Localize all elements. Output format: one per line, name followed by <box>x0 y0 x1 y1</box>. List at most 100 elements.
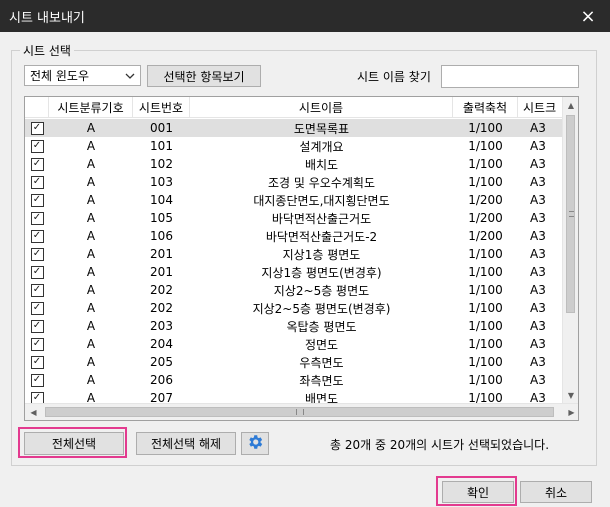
row-checkbox[interactable]: ✓ <box>30 265 44 279</box>
cell-class: A <box>86 319 96 333</box>
row-checkbox[interactable]: ✓ <box>30 247 44 261</box>
deselect-all-button[interactable]: 전체선택 해제 <box>136 432 236 455</box>
cell-size: A3 <box>530 139 546 153</box>
cell-size: A3 <box>530 265 546 279</box>
cell-name: 설계개요 <box>299 139 344 154</box>
cell-scale: 1/100 <box>468 265 503 279</box>
table-row[interactable]: ✓ A 106 바닥면적산출근거도-2 1/200 A3 <box>25 227 563 245</box>
row-checkbox[interactable]: ✓ <box>30 355 44 369</box>
table-row[interactable]: ✓ A 102 배치도 1/100 A3 <box>25 155 563 173</box>
cell-scale: 1/100 <box>468 301 503 315</box>
row-checkbox-cell: ✓ <box>25 173 49 191</box>
search-input[interactable] <box>441 65 579 88</box>
col-header-scale[interactable]: 출력축척 <box>453 97 518 118</box>
table-row[interactable]: ✓ A 001 도면목록표 1/100 A3 <box>25 119 563 137</box>
cell-class: A <box>86 157 96 171</box>
row-checkbox-cell: ✓ <box>25 371 49 389</box>
row-checkbox-cell: ✓ <box>25 335 49 353</box>
cell-class: A <box>86 121 96 135</box>
cell-size: A3 <box>530 157 546 171</box>
table-body: ✓ A 001 도면목록표 1/100 A3 ✓ A 101 설계개요 1/100 A3 ✓ A 102 배치… <box>25 119 563 407</box>
table-row[interactable]: ✓ A 202 지상2~5층 평면도 1/100 A3 <box>25 281 563 299</box>
table-header: 시트분류기호 시트번호 시트이름 출력축척 시트크 <box>25 97 563 118</box>
cell-size: A3 <box>530 355 546 369</box>
scroll-right-icon[interactable]: ▶ <box>563 404 578 420</box>
cell-class: A <box>86 229 96 243</box>
table-row[interactable]: ✓ A 203 옥탑층 평면도 1/100 A3 <box>25 317 563 335</box>
row-checkbox[interactable]: ✓ <box>30 157 44 171</box>
cell-size: A3 <box>530 121 546 135</box>
cell-scale: 1/100 <box>468 121 503 135</box>
cell-number: 206 <box>150 373 173 387</box>
table-row[interactable]: ✓ A 101 설계개요 1/100 A3 <box>25 137 563 155</box>
gear-icon <box>246 433 264 454</box>
cell-size: A3 <box>530 283 546 297</box>
cell-class: A <box>86 355 96 369</box>
cell-class: A <box>86 301 96 315</box>
settings-button[interactable] <box>241 432 269 455</box>
scroll-left-icon[interactable]: ◀ <box>25 404 42 420</box>
col-header-class[interactable]: 시트분류기호 <box>49 97 133 118</box>
cell-class: A <box>86 283 96 297</box>
cell-class: A <box>86 373 96 387</box>
row-checkbox[interactable]: ✓ <box>30 175 44 189</box>
table-row[interactable]: ✓ A 104 대지종단면도,대지횡단면도 1/200 A3 <box>25 191 563 209</box>
cancel-button[interactable]: 취소 <box>520 481 592 503</box>
cell-size: A3 <box>530 373 546 387</box>
table-row[interactable]: ✓ A 202 지상2~5층 평면도(변경후) 1/100 A3 <box>25 299 563 317</box>
cell-scale: 1/100 <box>468 337 503 351</box>
window-filter-select[interactable]: 전체 윈도우 <box>24 65 141 86</box>
col-header-number[interactable]: 시트번호 <box>133 97 190 118</box>
row-checkbox[interactable]: ✓ <box>30 139 44 153</box>
cell-class: A <box>86 193 96 207</box>
row-checkbox[interactable]: ✓ <box>30 193 44 207</box>
table-row[interactable]: ✓ A 103 조경 및 우오수계획도 1/100 A3 <box>25 173 563 191</box>
cell-scale: 1/200 <box>468 211 503 225</box>
table-row[interactable]: ✓ A 205 우측면도 1/100 A3 <box>25 353 563 371</box>
show-selected-button[interactable]: 선택한 항목보기 <box>147 65 261 87</box>
row-checkbox[interactable]: ✓ <box>30 337 44 351</box>
row-checkbox-cell: ✓ <box>25 263 49 281</box>
cell-size: A3 <box>530 301 546 315</box>
table-row[interactable]: ✓ A 201 지상1층 평면도(변경후) 1/100 A3 <box>25 263 563 281</box>
horizontal-scrollbar[interactable]: ◀ ▶ <box>25 403 578 420</box>
cell-class: A <box>86 139 96 153</box>
cell-scale: 1/100 <box>468 139 503 153</box>
cell-number: 105 <box>150 211 173 225</box>
cell-class: A <box>86 247 96 261</box>
cell-class: A <box>86 211 96 225</box>
window-title: 시트 내보내기 <box>9 10 85 26</box>
cell-scale: 1/200 <box>468 193 503 207</box>
row-checkbox[interactable]: ✓ <box>30 229 44 243</box>
row-checkbox[interactable]: ✓ <box>30 319 44 333</box>
row-checkbox[interactable]: ✓ <box>30 283 44 297</box>
cell-name: 배치도 <box>304 157 339 172</box>
cell-size: A3 <box>530 211 546 225</box>
cell-size: A3 <box>530 175 546 189</box>
scroll-up-icon[interactable]: ▲ <box>563 97 578 114</box>
col-header-name[interactable]: 시트이름 <box>190 97 453 118</box>
table-row[interactable]: ✓ A 204 정면도 1/100 A3 <box>25 335 563 353</box>
cell-scale: 1/100 <box>468 247 503 261</box>
scroll-down-icon[interactable]: ▼ <box>563 387 578 404</box>
table-row[interactable]: ✓ A 206 좌측면도 1/100 A3 <box>25 371 563 389</box>
cell-size: A3 <box>530 193 546 207</box>
row-checkbox[interactable]: ✓ <box>30 121 44 135</box>
hscroll-thumb[interactable] <box>45 407 554 417</box>
col-header-check[interactable] <box>25 97 49 118</box>
row-checkbox[interactable]: ✓ <box>30 373 44 387</box>
scroll-thumb[interactable] <box>566 115 575 313</box>
row-checkbox-cell: ✓ <box>25 353 49 371</box>
table-row[interactable]: ✓ A 201 지상1층 평면도 1/100 A3 <box>25 245 563 263</box>
table-row[interactable]: ✓ A 105 바닥면적산출근거도 1/200 A3 <box>25 209 563 227</box>
close-icon[interactable]: × <box>566 0 610 32</box>
cell-size: A3 <box>530 247 546 261</box>
col-header-size[interactable]: 시트크 <box>518 97 563 118</box>
cell-name: 지상1층 평면도(변경후) <box>261 265 382 280</box>
row-checkbox[interactable]: ✓ <box>30 211 44 225</box>
vertical-scrollbar[interactable]: ▲ ▼ <box>562 97 578 404</box>
row-checkbox[interactable]: ✓ <box>30 301 44 315</box>
ok-highlight <box>436 476 517 506</box>
group-label: 시트 선택 <box>20 42 74 59</box>
cell-number: 201 <box>150 247 173 261</box>
